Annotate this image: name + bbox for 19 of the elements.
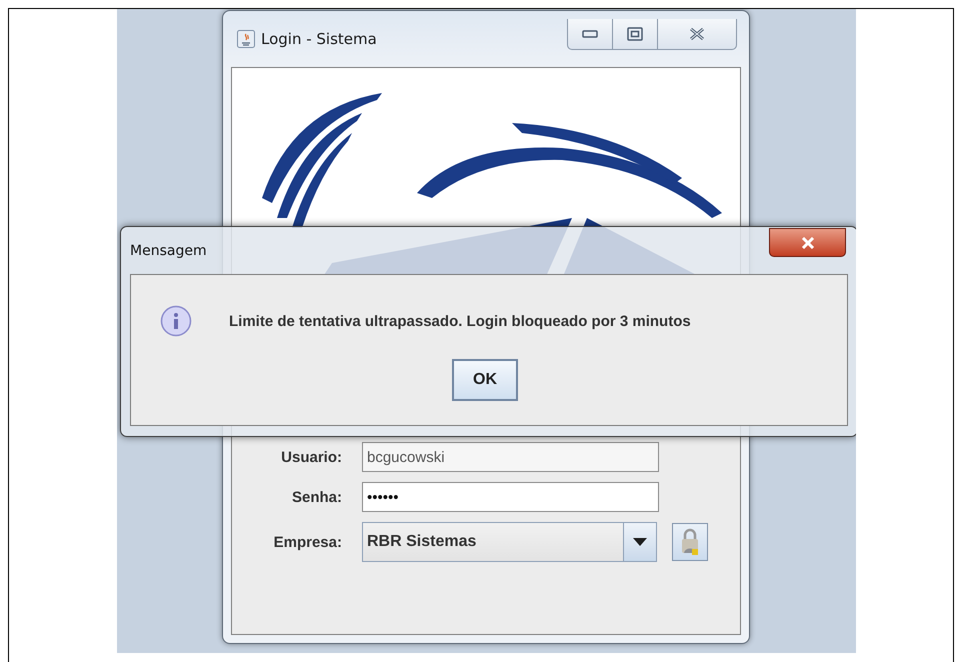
- lock-button[interactable]: [672, 523, 708, 561]
- field-label: Usuario:: [280, 448, 342, 466]
- close-button[interactable]: [769, 228, 846, 257]
- close-icon: [800, 236, 814, 248]
- close-icon: [689, 27, 705, 41]
- window-title: Login - Sistema: [261, 30, 377, 48]
- password-field[interactable]: ••••••: [362, 482, 659, 512]
- field-label: Empresa:: [272, 534, 342, 550]
- message-text: Limite de tentativa ultrapassado. Login bloqueado por 3 minutos: [229, 312, 691, 330]
- ok-button[interactable]: OK: [452, 359, 518, 401]
- dialog-title: Mensagem: [130, 242, 207, 258]
- field-label: Senha:: [290, 488, 342, 506]
- maximize-icon: [627, 27, 643, 41]
- info-icon: [160, 305, 192, 337]
- cup-icon: [237, 30, 255, 48]
- minimize-icon: [582, 30, 598, 38]
- company-dropdown[interactable]: RBR Sistemas: [362, 522, 657, 562]
- caret-icon: [633, 538, 647, 546]
- padlock-icon: [679, 527, 701, 557]
